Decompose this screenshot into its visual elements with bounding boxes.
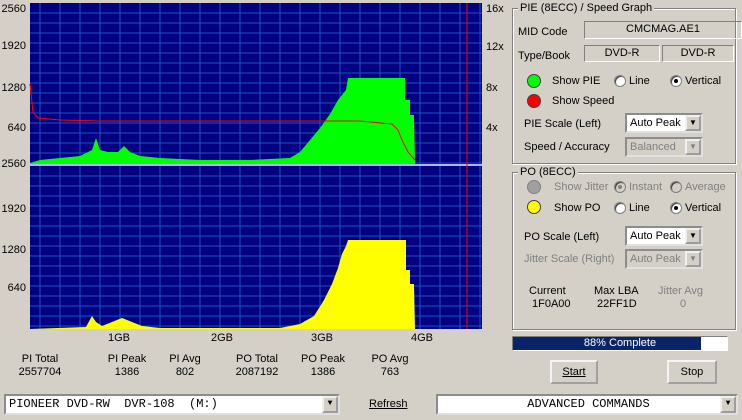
graph-area: 2560 1920 1280 640 2560 1920 1280 640 16… [0,0,512,345]
pie-panel-title: PIE (8ECC) / Speed Graph [518,2,655,14]
current-label: Current [529,285,566,297]
jitter-scale-label: Jitter Scale (Right) [524,253,615,265]
y-right-0: 16x [486,3,504,15]
po-scale-label: PO Scale (Left) [524,231,600,243]
po-line-radio[interactable] [614,202,626,214]
show-po-label[interactable]: Show PO [554,202,600,214]
jitter-avg-label: Jitter Avg [658,285,704,297]
stat-label: PO Avg [371,353,409,365]
show-speed-label[interactable]: Show Speed [552,95,614,107]
stat-po-peak: PO Peak 1386 [290,353,356,379]
start-button[interactable]: Start [550,360,598,384]
stop-button[interactable]: Stop [667,360,717,384]
speed-color-swatch[interactable] [527,94,541,108]
y-left-bottom-3: 640 [7,282,26,294]
start-button-label: Start [562,366,586,378]
x-label-1gb: 1GB [108,332,131,344]
stat-value: 2557704 [18,366,62,378]
pie-scale-select[interactable]: Auto Peak ▼ [625,113,703,133]
y-left-bottom-1: 1920 [1,203,26,215]
stat-value: 763 [380,366,400,378]
chevron-down-icon[interactable]: ▼ [685,115,701,131]
drive-select[interactable]: PIONEER DVD-RW DVR-108 (M:) ▼ [4,394,340,415]
y-left-top-2: 1280 [1,82,26,94]
chevron-down-icon[interactable]: ▼ [685,139,701,155]
jitter-scale-select[interactable]: Auto Peak ▼ [625,249,703,269]
y-left-top-3: 640 [7,122,26,134]
y-right-3: 4x [486,122,498,134]
graph-svg [29,3,482,329]
po-vertical-radio[interactable] [670,202,682,214]
accuracy-select[interactable]: Balanced ▼ [625,137,703,157]
advanced-commands-value: ADVANCED COMMANDS [527,397,650,411]
stop-button-label: Stop [680,366,704,378]
chevron-down-icon[interactable]: ▼ [322,396,338,413]
y-left-bottom-0: 2560 [1,158,26,170]
jitter-scale-value: Auto Peak [630,253,681,265]
type-value: DVD-R [584,45,660,62]
stat-value: 1386 [310,366,336,378]
stat-pi-total: PI Total 2557704 [10,353,70,379]
stat-value: 2087192 [235,366,279,378]
pie-line-label[interactable]: Line [629,75,650,87]
jitter-average-label[interactable]: Average [685,181,726,193]
y-right-2: 8x [486,82,498,94]
jitter-average-radio[interactable] [670,181,682,193]
stat-value: 1386 [114,366,140,378]
po-scale-select[interactable]: Auto Peak ▼ [625,226,703,246]
y-right-1: 12x [486,41,504,53]
refresh-link[interactable]: Refresh [369,398,408,410]
stat-pi-peak: PI Peak 1386 [97,353,157,379]
jitter-instant-radio[interactable] [614,181,626,193]
progress-text: 88% Complete [583,337,657,349]
po-scale-value: Auto Peak [630,230,681,242]
mid-code-value: CMCMAG.AE1 [584,21,742,39]
mid-code-label: MID Code [518,26,568,38]
show-jitter-label[interactable]: Show Jitter [554,181,608,193]
pie-color-swatch[interactable] [527,74,541,88]
chevron-down-icon[interactable]: ▼ [720,396,736,413]
stat-pi-avg: PI Avg 802 [160,353,210,379]
current-value: 1F0A00 [532,298,571,310]
stat-label: PO Total [236,353,278,365]
max-lba-label: Max LBA [594,285,639,297]
accuracy-label: Speed / Accuracy [524,141,610,153]
po-vertical-label[interactable]: Vertical [685,202,721,214]
pie-vertical-label[interactable]: Vertical [685,75,721,87]
y-left-top-1: 1920 [1,40,26,52]
stat-label: PI Avg [169,353,201,365]
stat-value: 802 [175,366,195,378]
stat-label: PI Peak [107,353,147,365]
show-pie-label[interactable]: Show PIE [552,75,600,87]
jitter-color-swatch[interactable] [527,180,541,194]
y-left-bottom-2: 1280 [1,244,26,256]
po-line-label[interactable]: Line [629,202,650,214]
type-book-label: Type/Book [518,50,570,62]
x-label-2gb: 2GB [211,332,234,344]
jitter-instant-label[interactable]: Instant [629,181,662,193]
pie-line-radio[interactable] [614,75,626,87]
pie-scale-label: PIE Scale (Left) [524,118,602,130]
stat-po-avg: PO Avg 763 [360,353,420,379]
chevron-down-icon[interactable]: ▼ [685,228,701,244]
jitter-avg-value: 0 [680,298,687,310]
pie-vertical-radio[interactable] [670,75,682,87]
book-value: DVD-R [662,45,734,62]
x-label-3gb: 3GB [311,332,334,344]
x-label-4gb: 4GB [411,332,434,344]
drive-value: PIONEER DVD-RW DVR-108 (M:) [9,397,218,411]
stat-label: PI Total [21,353,59,365]
po-panel-title: PO (8ECC) [518,166,578,178]
accuracy-value: Balanced [630,141,676,153]
max-lba-value: 22FF1D [597,298,637,310]
chevron-down-icon[interactable]: ▼ [685,251,701,267]
y-left-top-0: 2560 [1,3,26,15]
advanced-commands-select[interactable]: ADVANCED COMMANDS ▼ [436,394,738,415]
stat-po-total: PO Total 2087192 [224,353,290,379]
pie-scale-value: Auto Peak [630,117,681,129]
po-color-swatch[interactable] [527,200,541,214]
stat-label: PO Peak [300,353,346,365]
progress-bar: 88% Complete [512,336,728,351]
